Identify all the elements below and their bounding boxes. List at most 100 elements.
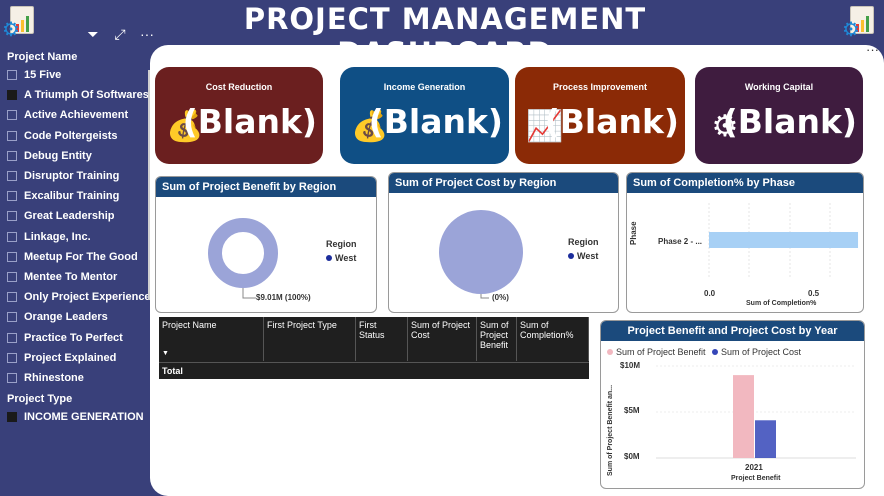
slicer-item-label: Rhinestone [24,371,84,384]
slicer-item[interactable]: A Triumph Of Softwares [0,85,152,105]
slicer-item[interactable]: Debug Entity [0,146,152,166]
slicer-item[interactable]: INCOME GENERATION [0,407,152,427]
checkbox[interactable] [7,251,17,262]
project-type-slicer-header: Project Type [7,393,73,405]
x-category-label: 2021 [745,463,763,472]
slicer-item[interactable]: Project Explained [0,348,152,368]
slicer-item[interactable]: Meetup For The Good [0,247,152,267]
y-axis-title: Sum of Project Benefit an... [607,384,614,476]
checkbox[interactable] [7,90,17,101]
cost-by-region-chart[interactable]: Sum of Project Cost by Region Region Wes… [388,172,619,313]
checkbox[interactable] [7,231,17,242]
visual-toolbar: ⏷ ⤢ ··· [82,24,158,44]
chart-title: Sum of Project Benefit by Region [156,177,376,197]
slicer-item-label: Project Explained [24,351,117,364]
x-tick: 0.0 [704,289,716,298]
benefit-cost-by-year-chart[interactable]: Project Benefit and Project Cost by Year… [600,320,865,489]
checkbox[interactable] [7,110,17,121]
column-header[interactable]: Sum of Project Cost [408,317,477,361]
slicer-item-label: A Triumph Of Softwares [24,89,149,102]
slicer-item-label: Meetup For The Good [24,250,138,263]
column-header[interactable]: First Status [356,317,408,361]
kpi-card[interactable]: Working Capital ⚙ (Blank) [695,67,863,164]
slicer-item[interactable]: Disruptor Training [0,166,152,186]
filter-icon[interactable]: ⏷ [82,24,104,44]
checkbox[interactable] [7,171,17,182]
slicer-item[interactable]: Active Achievement [0,105,152,125]
kpi-card[interactable]: Process Improvement 📈 (Blank) [515,67,685,164]
y-axis-title: Phase [629,221,638,245]
slicer-item[interactable]: 15 Five [0,65,152,85]
slicer-item-label: Mentee To Mentor [24,270,118,283]
legend-label: West [335,253,357,263]
category-label: Phase 2 - ... [658,237,703,246]
more-options-icon[interactable]: ··· [866,42,879,57]
checkbox[interactable] [7,292,17,303]
data-label: (0%) [492,293,509,302]
slicer-item-label: Active Achievement [24,109,129,122]
checkbox[interactable] [7,332,17,343]
slicer-item[interactable]: Code Poltergeists [0,126,152,146]
checkbox[interactable] [7,211,17,222]
column-header[interactable]: First Project Type [264,317,356,361]
more-options-icon[interactable]: ··· [136,24,158,44]
donut-slice-west [208,218,278,288]
column-header[interactable]: Sum of Completion% [517,317,589,361]
slicer-item[interactable]: Excalibur Training [0,186,152,206]
kpi-card[interactable]: Cost Reduction 💰 (Blank) [155,67,323,164]
benefit-by-region-chart[interactable]: Sum of Project Benefit by Region Region … [155,176,377,313]
checkbox[interactable] [7,150,17,161]
dashboard-logo-icon: ⚙ [2,2,40,40]
slicer-item[interactable]: Practice To Perfect [0,327,152,347]
focus-mode-icon[interactable]: ⤢ [109,24,131,44]
data-label: $9.01M (100%) [256,293,311,302]
kpi-title: Cost Reduction [205,82,273,92]
checkbox[interactable] [7,191,17,202]
slicer-item-label: Disruptor Training [24,170,120,183]
completion-by-phase-chart[interactable]: Sum of Completion% by Phase Phase Phase … [626,172,864,313]
kpi-title: Working Capital [744,82,814,92]
column-header[interactable]: Sum of Project Benefit [477,317,517,361]
checkbox[interactable] [7,312,17,323]
slicer-item-label: Code Poltergeists [24,129,118,142]
kpi-title: Income Generation [383,82,466,92]
slicer-item[interactable]: Mentee To Mentor [0,267,152,287]
kpi-card[interactable]: Income Generation 💰 (Blank) [340,67,509,164]
x-axis-title: Project Benefit [731,475,781,482]
legend-item-west[interactable]: West [568,251,598,261]
checkbox[interactable] [7,352,17,363]
checkbox[interactable] [7,271,17,282]
chart-title: Sum of Project Cost by Region [389,173,618,193]
slicer-item[interactable]: Orange Leaders [0,307,152,327]
checkbox[interactable] [7,372,17,383]
slicer-item[interactable]: Linkage, Inc. [0,227,152,247]
column-header[interactable]: Project Name [159,317,264,361]
slicer-item-label: INCOME GENERATION [24,411,144,424]
table-total-row: Total [159,362,589,379]
slicer-item[interactable]: Rhinestone [0,368,152,388]
sort-arrow-icon[interactable]: ▼ [162,350,169,357]
kpi-value: (Blank) [722,102,857,141]
project-table[interactable]: Project Name First Project Type First Stat… [159,317,589,379]
slicer-item-label: Linkage, Inc. [24,230,91,243]
slicer-item-label: Excalibur Training [24,190,120,203]
pie-slice-west [439,210,523,294]
kpi-value: (Blank) [182,102,317,141]
bar-phase-2 [709,232,859,248]
checkbox[interactable] [7,412,17,423]
legend-item-west[interactable]: West [326,253,356,263]
legend-title: Region [568,237,599,247]
slicer-item[interactable]: Great Leadership [0,206,152,226]
slicer-item[interactable]: Only Project Experience [0,287,152,307]
report-canvas: Cost Reduction 💰 (Blank) Income Generation 💰… [150,42,884,496]
slicer-item-label: 15 Five [24,69,62,82]
slicer-item-label: Orange Leaders [24,311,108,324]
checkbox[interactable] [7,130,17,141]
y-tick: $0M [624,452,640,461]
kpi-value: (Blank) [544,102,679,141]
kpi-value: (Blank) [368,102,503,141]
checkbox[interactable] [7,70,17,81]
slicer-header: Project Name [7,51,78,63]
dashboard-logo-icon-right: ⚙ [842,2,880,40]
kpi-title: Process Improvement [552,82,648,92]
